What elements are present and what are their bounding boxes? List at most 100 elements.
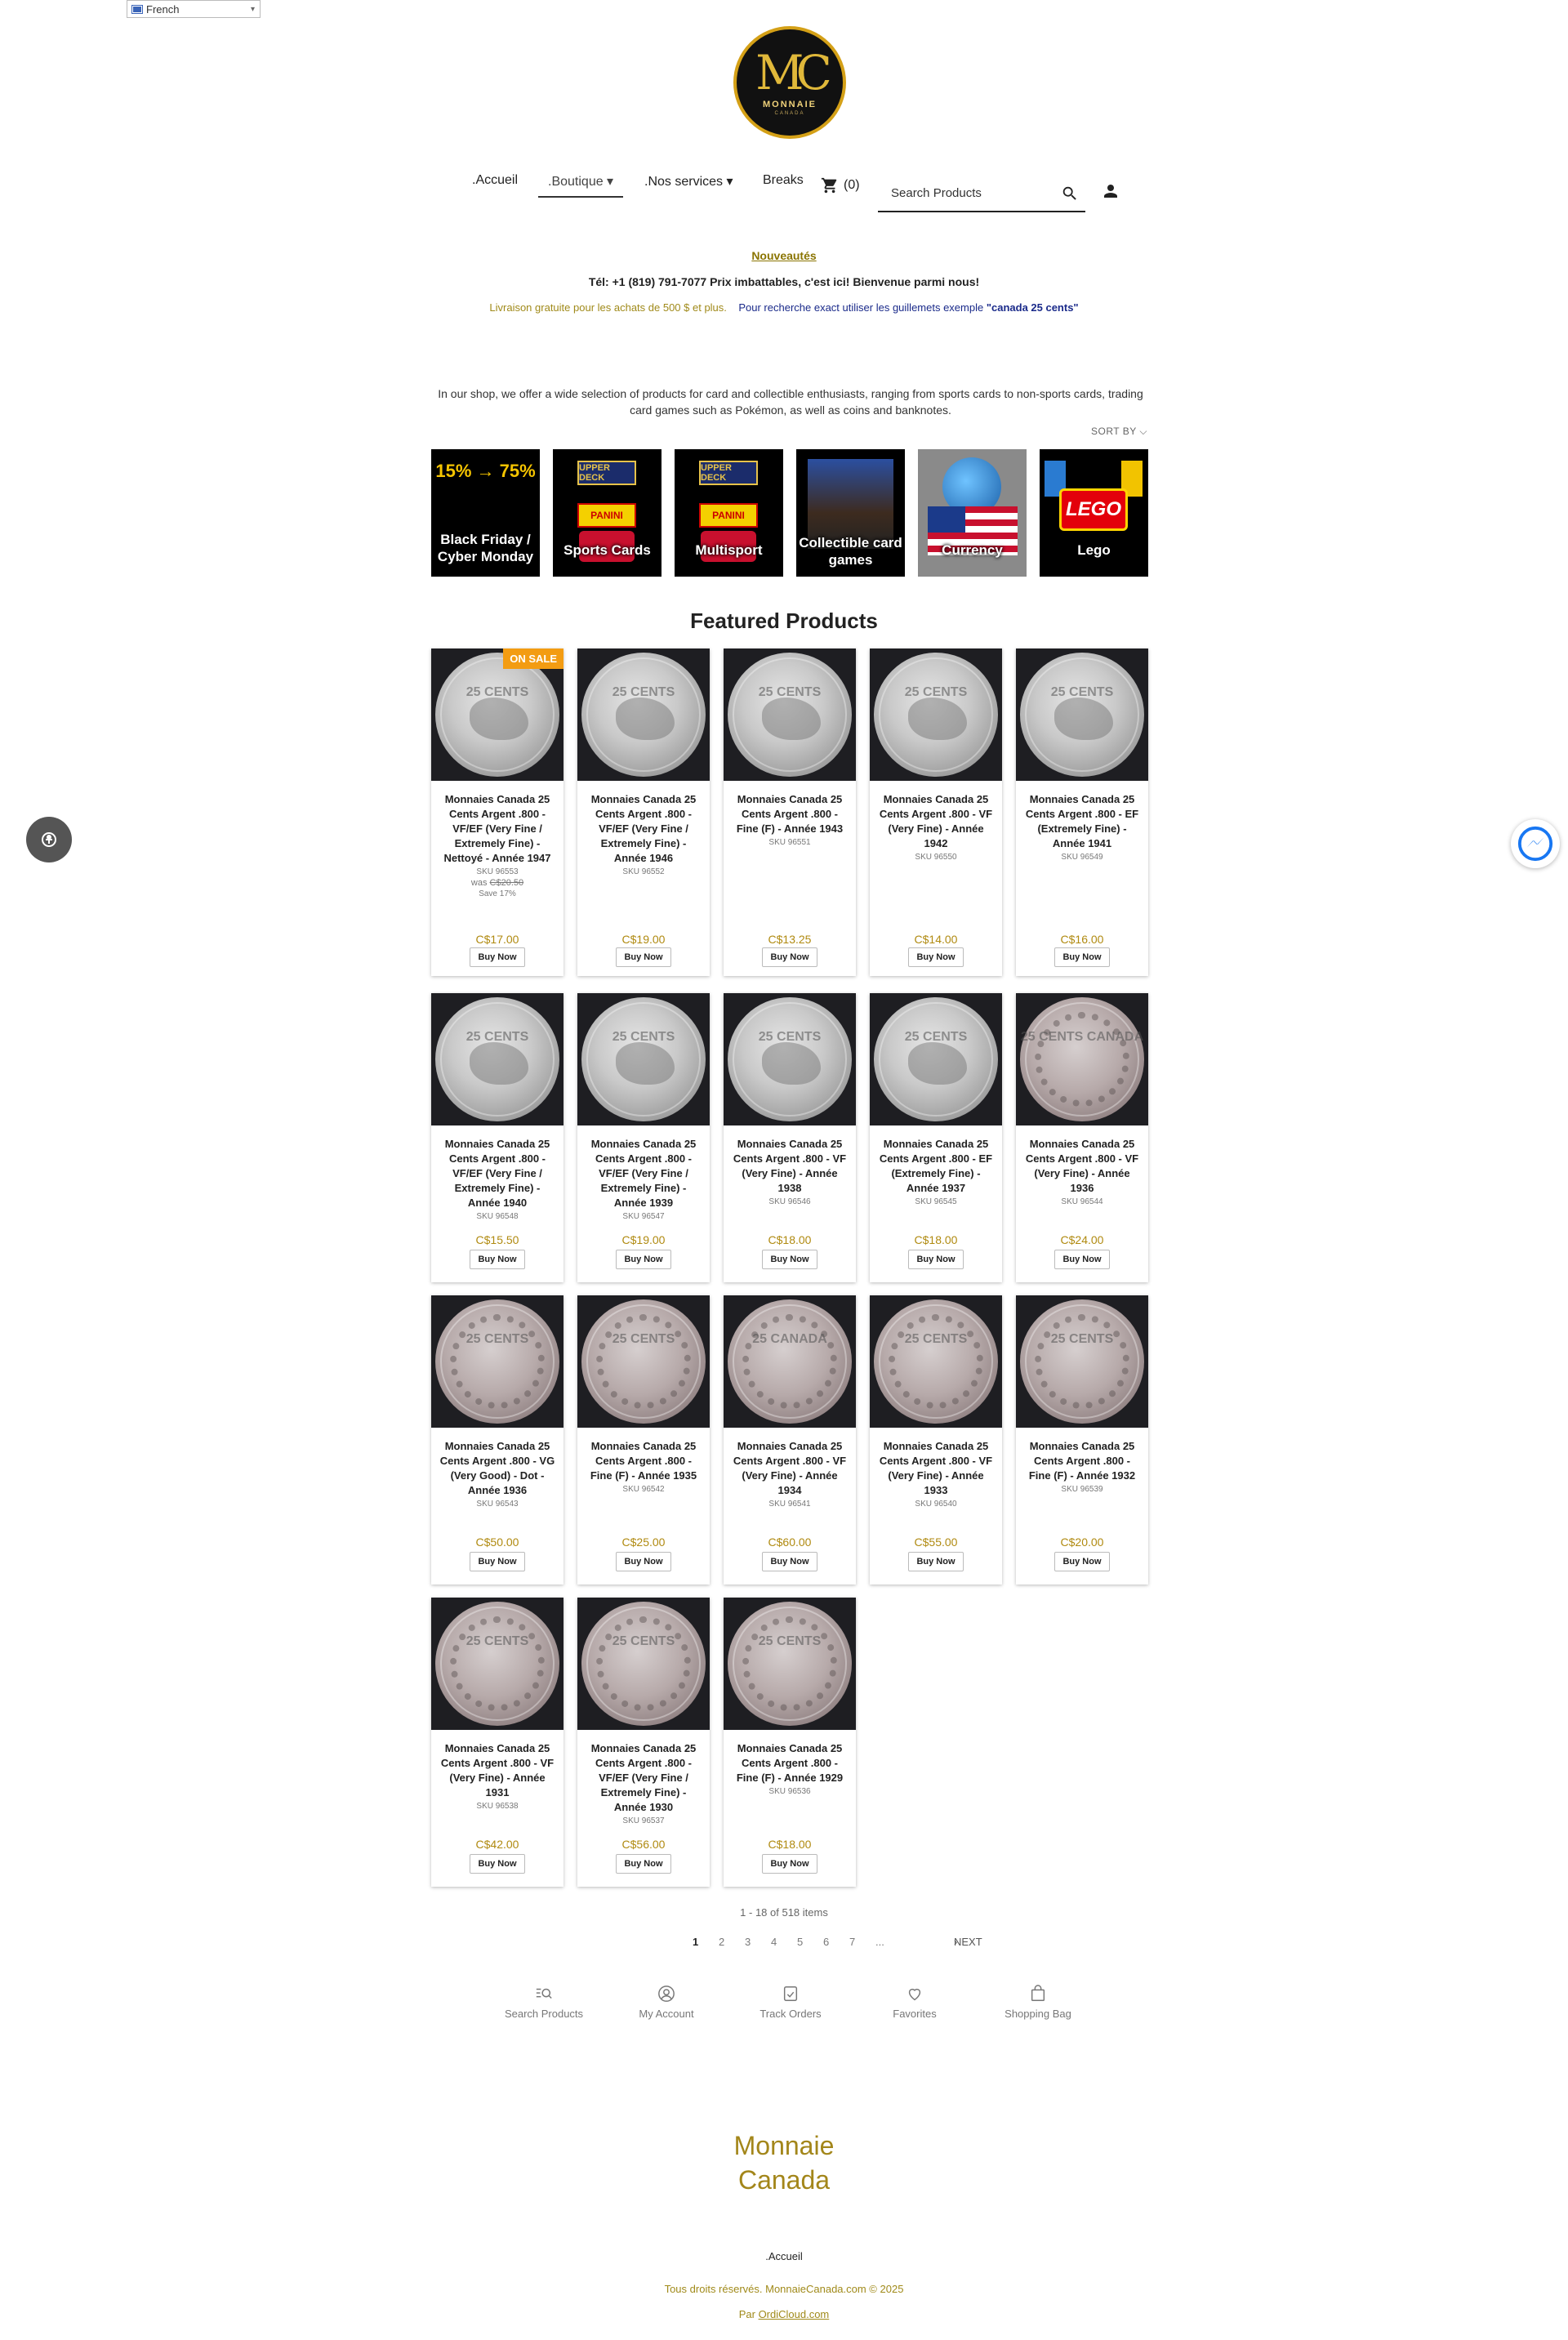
buy-now-button[interactable]: Buy Now [908,1552,964,1571]
nav-boutique[interactable]: .Boutique ▾ [538,173,624,198]
product-title[interactable]: Monnaies Canada 25 Cents Argent .800 - F… [1016,1428,1148,1483]
product-card[interactable]: 25 CENTS Monnaies Canada 25 Cents Argent … [577,649,710,976]
buy-now-button[interactable]: Buy Now [470,1552,525,1571]
product-title[interactable]: Monnaies Canada 25 Cents Argent .800 - V… [431,781,564,866]
bottom-nav-search[interactable]: Search Products [487,1985,601,2020]
product-title[interactable]: Monnaies Canada 25 Cents Argent .800 - V… [724,1428,856,1498]
buy-now-button[interactable]: Buy Now [908,1250,964,1269]
product-card[interactable]: 25 CENTS ON SALE Monnaies Canada 25 Cents … [431,649,564,976]
product-title[interactable]: Monnaies Canada 25 Cents Argent .800 - E… [870,1125,1002,1196]
bottom-nav-shopping-bag[interactable]: Shopping Bag [981,1985,1095,2020]
bottom-nav-favorites[interactable]: Favorites [858,1985,972,2020]
product-image[interactable]: 25 CENTS [724,993,856,1125]
product-card[interactable]: 25 CENTS Monnaies Canada 25 Cents Argent … [431,993,564,1282]
language-select[interactable]: French ▾ [127,0,261,18]
product-title[interactable]: Monnaies Canada 25 Cents Argent .800 - V… [870,1428,1002,1498]
product-card[interactable]: 25 CENTS Monnaies Canada 25 Cents Argent … [431,1295,564,1585]
page-link[interactable]: 7 [849,1936,855,1948]
product-card[interactable]: 25 CENTS Monnaies Canada 25 Cents Argent … [577,1598,710,1887]
product-title[interactable]: Monnaies Canada 25 Cents Argent .800 - E… [1016,781,1148,851]
product-title[interactable]: Monnaies Canada 25 Cents Argent .800 - V… [577,1125,710,1210]
product-image[interactable]: 25 CENTS [431,1295,564,1428]
product-image[interactable]: 25 CENTS [724,649,856,781]
product-image[interactable]: 25 CENTS [577,649,710,781]
product-card[interactable]: 25 CENTS Monnaies Canada 25 Cents Argent … [724,993,856,1282]
category-collectible-card-games[interactable]: Collectible card games [796,449,905,577]
product-image[interactable]: 25 CENTS ON SALE [431,649,564,781]
product-card[interactable]: 25 CENTS Monnaies Canada 25 Cents Argent … [870,649,1002,976]
category-multisport[interactable]: UPPER DECK PANINI Multisport [675,449,783,577]
product-image[interactable]: 25 CENTS [1016,649,1148,781]
product-card[interactable]: 25 CENTS Monnaies Canada 25 Cents Argent … [724,649,856,976]
product-image[interactable]: 25 CENTS CANADA [1016,993,1148,1125]
product-card[interactable]: 25 CENTS Monnaies Canada 25 Cents Argent … [577,993,710,1282]
product-image[interactable]: 25 CANADA [724,1295,856,1428]
buy-now-button[interactable]: Buy Now [762,947,817,967]
bottom-nav-account[interactable]: My Account [609,1985,724,2020]
buy-now-button[interactable]: Buy Now [470,1854,525,1874]
page-link[interactable]: 4 [771,1936,777,1948]
user-icon[interactable] [1101,181,1120,201]
buy-now-button[interactable]: Buy Now [1054,1250,1110,1269]
page-link[interactable]: 6 [823,1936,829,1948]
nav-breaks[interactable]: Breaks [763,173,804,188]
page-link[interactable]: 5 [797,1936,803,1948]
product-image[interactable]: 25 CENTS [577,1295,710,1428]
site-logo[interactable]: MC MONNAIE CANADA [733,26,846,139]
buy-now-button[interactable]: Buy Now [1054,1552,1110,1571]
product-title[interactable]: Monnaies Canada 25 Cents Argent .800 - V… [431,1730,564,1800]
product-image[interactable]: 25 CENTS [577,1598,710,1730]
product-title[interactable]: Monnaies Canada 25 Cents Argent .800 - V… [577,781,710,866]
page-link[interactable]: 1 [693,1936,698,1948]
product-card[interactable]: 25 CENTS Monnaies Canada 25 Cents Argent … [1016,1295,1148,1585]
product-card[interactable]: 25 CENTS Monnaies Canada 25 Cents Argent … [431,1598,564,1887]
sort-by-button[interactable]: SORT BY ⌵ [1091,426,1147,438]
buy-now-button[interactable]: Buy Now [616,1552,671,1571]
category-black-friday[interactable]: 15% → 75% Black Friday / Cyber Monday [431,449,540,577]
product-title[interactable]: Monnaies Canada 25 Cents Argent .800 - F… [724,781,856,836]
product-title[interactable]: Monnaies Canada 25 Cents Argent .800 - V… [870,781,1002,851]
product-image[interactable]: 25 CENTS [431,993,564,1125]
buy-now-button[interactable]: Buy Now [908,947,964,967]
buy-now-button[interactable]: Buy Now [616,1854,671,1874]
accessibility-button[interactable] [26,817,72,862]
page-link[interactable]: 3 [745,1936,751,1948]
page-link[interactable]: 2 [719,1936,724,1948]
category-sports-cards[interactable]: UPPER DECK PANINI Sports Cards [553,449,662,577]
buy-now-button[interactable]: Buy Now [470,947,525,967]
product-image[interactable]: 25 CENTS [870,993,1002,1125]
product-image[interactable]: 25 CENTS [724,1598,856,1730]
product-title[interactable]: Monnaies Canada 25 Cents Argent .800 - V… [431,1125,564,1210]
product-image[interactable]: 25 CENTS [431,1598,564,1730]
product-image[interactable]: 25 CENTS [1016,1295,1148,1428]
product-card[interactable]: 25 CANADA Monnaies Canada 25 Cents Argent… [724,1295,856,1585]
buy-now-button[interactable]: Buy Now [616,1250,671,1269]
search-input[interactable]: Search Products [878,175,1085,212]
buy-now-button[interactable]: Buy Now [762,1854,817,1874]
product-title[interactable]: Monnaies Canada 25 Cents Argent .800 - V… [724,1125,856,1196]
category-lego[interactable]: LEGO Lego [1040,449,1148,577]
product-title[interactable]: Monnaies Canada 25 Cents Argent .800 - F… [724,1730,856,1785]
product-title[interactable]: Monnaies Canada 25 Cents Argent .800 - V… [1016,1125,1148,1196]
product-title[interactable]: Monnaies Canada 25 Cents Argent .800 - V… [577,1730,710,1815]
nav-accueil[interactable]: .Accueil [472,173,518,188]
category-currency[interactable]: Currency [918,449,1027,577]
product-card[interactable]: 25 CENTS Monnaies Canada 25 Cents Argent … [870,1295,1002,1585]
cart-button[interactable]: (0) [821,176,860,194]
nouveautes-link[interactable]: Nouveautés [0,249,1568,262]
product-image[interactable]: 25 CENTS [870,1295,1002,1428]
buy-now-button[interactable]: Buy Now [762,1552,817,1571]
product-title[interactable]: Monnaies Canada 25 Cents Argent .800 - F… [577,1428,710,1483]
product-card[interactable]: 25 CENTS Monnaies Canada 25 Cents Argent … [870,993,1002,1282]
product-image[interactable]: 25 CENTS [870,649,1002,781]
nav-services[interactable]: .Nos services ▾ [644,173,733,189]
product-card[interactable]: 25 CENTS Monnaies Canada 25 Cents Argent … [577,1295,710,1585]
product-card[interactable]: 25 CENTS Monnaies Canada 25 Cents Argent … [1016,649,1148,976]
product-card[interactable]: 25 CENTS CANADA Monnaies Canada 25 Cents … [1016,993,1148,1282]
ordicloud-link[interactable]: OrdiCloud.com [759,2308,830,2320]
footer-accueil-link[interactable]: .Accueil [0,2250,1568,2262]
product-image[interactable]: 25 CENTS [577,993,710,1125]
product-card[interactable]: 25 CENTS Monnaies Canada 25 Cents Argent … [724,1598,856,1887]
buy-now-button[interactable]: Buy Now [1054,947,1110,967]
product-title[interactable]: Monnaies Canada 25 Cents Argent .800 - V… [431,1428,564,1498]
